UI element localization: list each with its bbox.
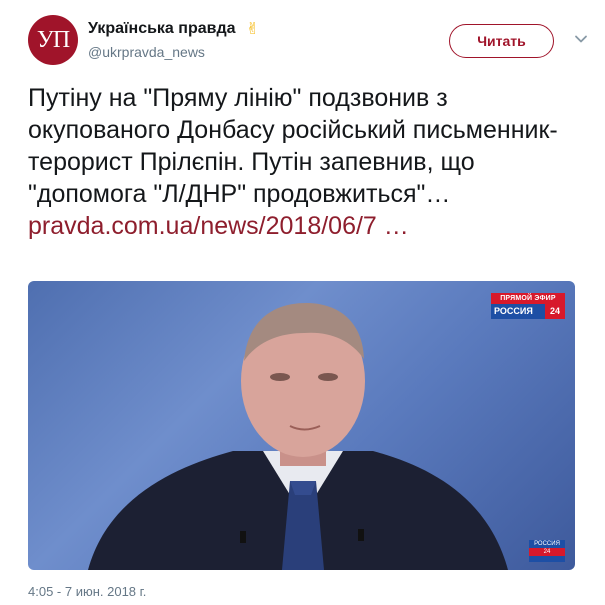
chevron-down-icon[interactable] bbox=[574, 32, 588, 46]
tweet-link[interactable]: pravda.com.ua/news/2018/06/7 … bbox=[28, 212, 409, 240]
account-names: Українська правда ✌ @ukrpravda_news bbox=[88, 19, 259, 60]
tweet-text: Путіну на "Пряму лінію" подзвонив з окуп… bbox=[28, 82, 583, 242]
channel-name: РОССИЯ bbox=[491, 304, 545, 319]
channel-corner-logo: РОССИЯ 24 bbox=[529, 540, 565, 562]
avatar[interactable]: УП bbox=[28, 15, 78, 65]
live-label: ПРЯМОЙ ЭФИР bbox=[491, 293, 565, 304]
tweet-body: Путіну на "Пряму лінію" подзвонив з окуп… bbox=[28, 84, 558, 208]
tweet-timestamp[interactable]: 4:05 - 7 июн. 2018 г. bbox=[28, 584, 146, 599]
avatar-text: УП bbox=[36, 26, 70, 53]
corner-logo-text: РОССИЯ bbox=[534, 541, 560, 547]
victory-hand-icon: ✌ bbox=[245, 21, 260, 38]
person-silhouette bbox=[88, 303, 508, 570]
channel-number: 24 bbox=[545, 304, 565, 319]
follow-button[interactable]: Читать bbox=[449, 24, 554, 58]
live-broadcast-badge: ПРЯМОЙ ЭФИР РОССИЯ 24 bbox=[491, 293, 565, 319]
tweet-media[interactable]: ПРЯМОЙ ЭФИР РОССИЯ 24 РОССИЯ 24 bbox=[28, 281, 575, 570]
display-name[interactable]: Українська правда bbox=[88, 20, 236, 38]
corner-logo-sub: 24 bbox=[529, 548, 565, 556]
account-handle[interactable]: @ukrpravda_news bbox=[88, 44, 259, 60]
tweet-header: УП Українська правда ✌ @ukrpravda_news Ч… bbox=[28, 15, 588, 65]
